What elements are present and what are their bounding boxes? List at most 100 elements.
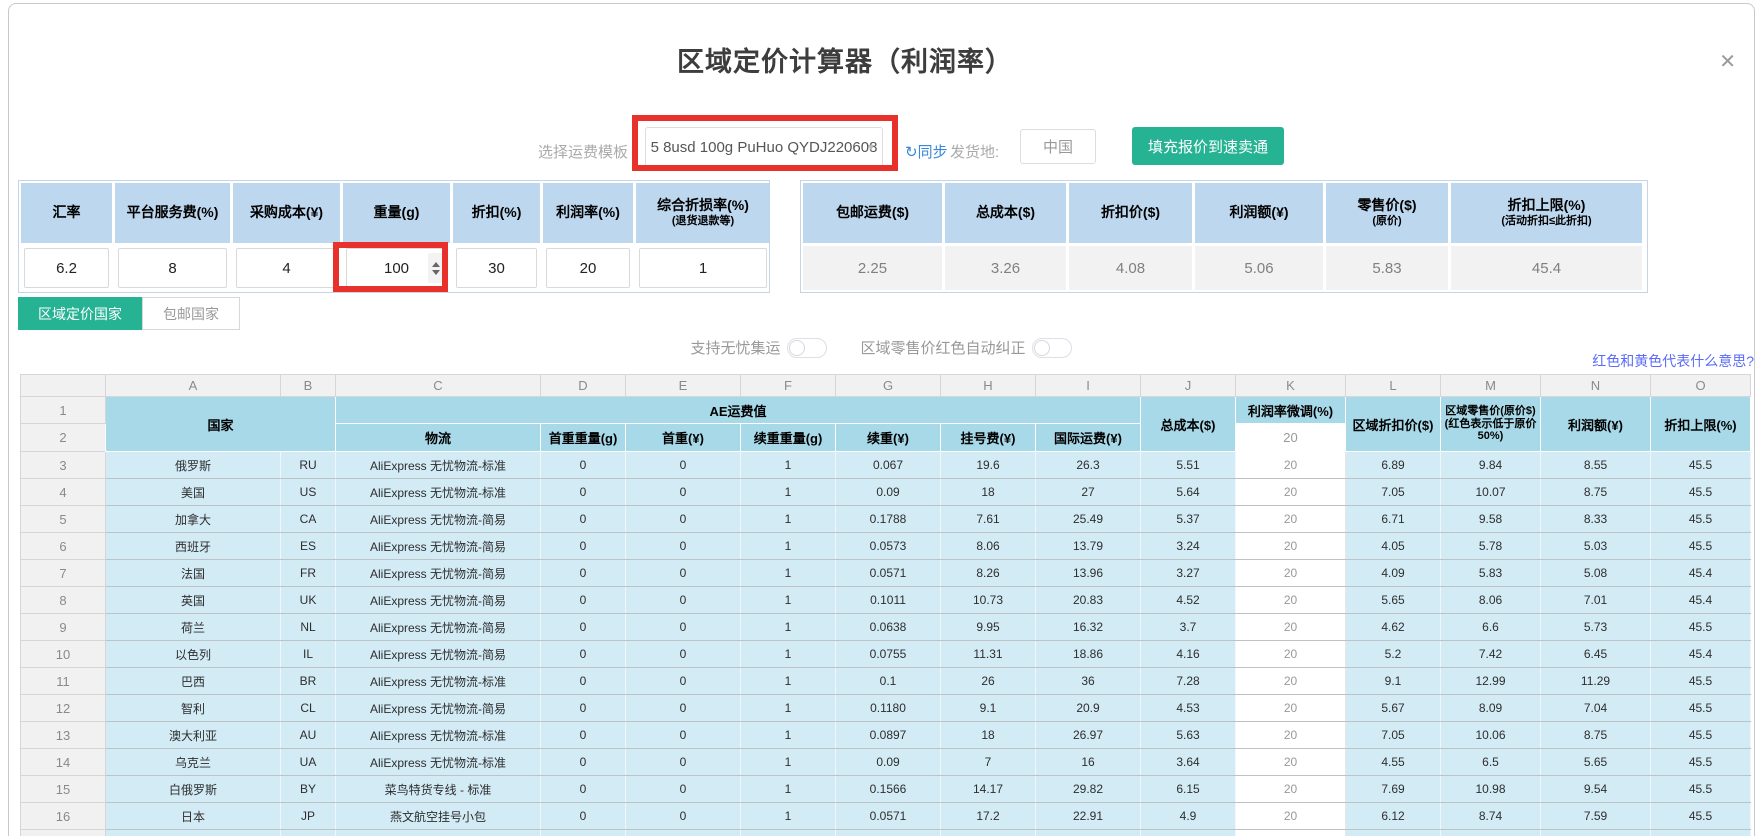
tab-regional-pricing-countries[interactable]: 区域定价国家 — [18, 297, 142, 330]
loss-rate-input[interactable]: 1 — [639, 248, 767, 288]
profit-adjust-cell[interactable]: 20 — [1235, 667, 1346, 695]
ship-origin-input[interactable]: 中国 — [1020, 129, 1096, 164]
sheet-row: 6 西班牙 ES AliExpress 无忧物流-简易 0 0 1 0.0573 8.06 13.… — [20, 532, 1751, 560]
value-cell: 7.28 — [1140, 667, 1236, 695]
value-cell: 45.4 — [1650, 559, 1751, 587]
profit-adjust-cell[interactable]: 20 — [1235, 775, 1346, 803]
discount-cap-value: 45.4 — [1451, 246, 1642, 290]
sheet-column-letter: B — [280, 374, 336, 397]
input-params-table: 汇率 平台服务费(%) 采购成本(¥) 重量(g) 折扣(%) 利润率(%) 综… — [18, 180, 770, 293]
value-cell: 5.2 — [1345, 640, 1441, 668]
country-cell: 法国 — [105, 559, 281, 587]
value-cell: 0 — [540, 532, 626, 560]
fill-quote-button[interactable]: 填充报价到速卖通 — [1132, 127, 1285, 165]
profit-adjust-cell[interactable]: 20 — [1235, 829, 1346, 836]
value-cell: 0 — [625, 532, 741, 560]
value-cell: 1 — [740, 694, 836, 722]
sheet-row-number: 15 — [20, 775, 106, 803]
sheet-row-number: 13 — [20, 721, 106, 749]
value-cell: 6.71 — [1345, 505, 1441, 533]
exchange-rate-input[interactable]: 6.2 — [24, 248, 109, 288]
value-cell: 5.2 — [1540, 829, 1651, 836]
value-cell: 0.1011 — [835, 586, 941, 614]
shipping-template-select[interactable]: 5 8usd 100g PuHuo QYDJ220608 ▾ — [645, 127, 883, 167]
consolidation-toggle[interactable] — [786, 337, 827, 358]
value-cell: 4.52 — [1140, 586, 1236, 614]
profit-adjust-cell[interactable]: 20 — [1235, 505, 1346, 533]
value-cell: 0.09 — [835, 748, 941, 776]
sheet-column-letter: E — [625, 374, 741, 397]
purchase-cost-input[interactable]: 4 — [236, 248, 337, 288]
logistics-cell: AliExpress 无忧物流-标准 — [335, 748, 541, 776]
value-cell: 0.0755 — [835, 640, 941, 668]
header-country: 国家 — [105, 396, 336, 452]
profit-adjust-cell[interactable]: 20 — [1235, 451, 1346, 479]
sheet-row: 15 白俄罗斯 BY 菜鸟特货专线 - 标准 0 0 1 0.1566 14.17 29.82 6.… — [20, 775, 1751, 803]
header-first-price: 首重(¥) — [625, 423, 741, 452]
value-cell: 9.1 — [1345, 667, 1441, 695]
param-header-shipping-fee: 包邮运费($) — [803, 183, 942, 243]
value-cell: 6.6 — [1440, 613, 1541, 641]
value-cell: 10.9 — [940, 829, 1036, 836]
header-total-cost: 总成本($) — [1140, 396, 1236, 452]
sheet-row-number: 11 — [20, 667, 106, 695]
profit-adjust-cell[interactable]: 20 — [1235, 532, 1346, 560]
value-cell: 14.42 — [1035, 829, 1141, 836]
spinner-down-icon[interactable] — [431, 269, 440, 275]
header-profit-amount: 利润额(¥) — [1540, 396, 1651, 452]
shipping-fee-value: 2.25 — [803, 246, 942, 290]
color-legend-help-link[interactable]: 红色和黄色代表什么意思? — [1592, 351, 1754, 371]
platform-fee-input[interactable]: 8 — [118, 248, 227, 288]
sheet-row: 13 澳大利亚 AU AliExpress 无忧物流-标准 0 0 1 0.0897 18 26.… — [20, 721, 1751, 749]
profit-rate-input[interactable]: 20 — [546, 248, 630, 288]
value-cell: 5.03 — [1540, 532, 1651, 560]
profit-adjust-cell[interactable]: 20 — [1235, 613, 1346, 641]
country-cell: 白俄罗斯 — [105, 775, 281, 803]
spinner-up-icon[interactable] — [431, 261, 440, 267]
sheet-row: 7 法国 FR AliExpress 无忧物流-简易 0 0 1 0.0571 8.26 13.9… — [20, 559, 1751, 587]
sheet-row-number: 3 — [20, 451, 106, 479]
value-cell: 4.16 — [1140, 640, 1236, 668]
profit-adjust-cell[interactable]: 20 — [1235, 586, 1346, 614]
value-cell: 11.31 — [940, 640, 1036, 668]
value-cell: 1 — [740, 748, 836, 776]
logistics-cell: AliExpress 无忧物流-简易 — [335, 505, 541, 533]
sheet-row-number: 1 — [20, 396, 106, 424]
discount-input[interactable]: 30 — [456, 248, 537, 288]
value-cell: 10.06 — [1440, 721, 1541, 749]
weight-input[interactable]: 100 — [346, 248, 447, 288]
sheet-column-letter: C — [335, 374, 541, 397]
value-cell: 0 — [625, 667, 741, 695]
value-cell: 1 — [740, 478, 836, 506]
profit-adjust-cell[interactable]: 20 — [1235, 559, 1346, 587]
param-header-exchange-rate: 汇率 — [21, 183, 112, 243]
tab-free-shipping-countries[interactable]: 包邮国家 — [142, 297, 240, 330]
sheet-column-letter: G — [835, 374, 941, 397]
country-cell: 澳大利亚 — [105, 721, 281, 749]
value-cell: 7.05 — [1345, 478, 1441, 506]
profit-adjust-cell[interactable]: 20 — [1235, 748, 1346, 776]
number-spinner[interactable] — [428, 253, 443, 283]
profit-adjust-input[interactable]: 20 — [1235, 423, 1346, 452]
value-cell: 0.0571 — [835, 802, 941, 830]
value-cell: 6.45 — [1540, 640, 1651, 668]
logistics-cell: AliExpress 无忧物流-简易 — [335, 640, 541, 668]
country-tabs: 区域定价国家 包邮国家 — [18, 297, 240, 330]
country-code-cell: JP — [280, 802, 336, 830]
profit-adjust-cell[interactable]: 20 — [1235, 640, 1346, 668]
value-cell: 6.12 — [1345, 802, 1441, 830]
ship-origin-label: 发货地: — [950, 144, 1000, 161]
profit-adjust-cell[interactable]: 20 — [1235, 802, 1346, 830]
value-cell: 0.0352 — [835, 829, 941, 836]
profit-adjust-cell[interactable]: 20 — [1235, 721, 1346, 749]
auto-correct-toggle[interactable] — [1031, 337, 1072, 358]
close-icon[interactable]: ✕ — [1719, 52, 1736, 72]
profit-adjust-cell[interactable]: 20 — [1235, 478, 1346, 506]
country-cell: 乌克兰 — [105, 748, 281, 776]
sheet-row-number: 5 — [20, 505, 106, 533]
value-cell: 45.5 — [1650, 451, 1751, 479]
value-cell: 18.86 — [1035, 640, 1141, 668]
sync-link[interactable]: ↻同步 — [905, 141, 948, 162]
profit-adjust-cell[interactable]: 20 — [1235, 694, 1346, 722]
country-code-cell: ES — [280, 532, 336, 560]
